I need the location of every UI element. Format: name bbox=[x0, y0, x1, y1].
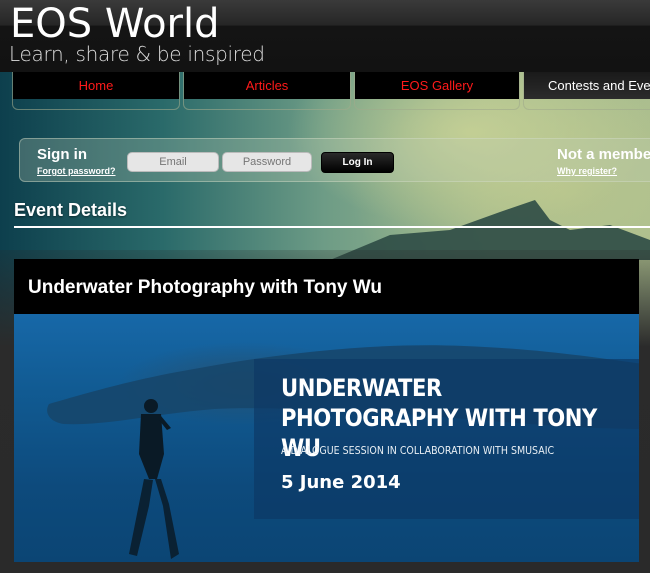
event-card: Underwater Photography with Tony Wu UNDE… bbox=[14, 259, 639, 564]
banner-date: 5 June 2014 bbox=[281, 472, 401, 493]
why-register-link[interactable]: Why register? bbox=[557, 166, 617, 176]
forgot-password-link[interactable]: Forgot password? bbox=[37, 166, 116, 176]
signin-title: Sign in bbox=[37, 146, 87, 163]
section-divider bbox=[14, 226, 650, 228]
nav-label: EOS Gallery bbox=[355, 72, 519, 99]
nav-item-articles[interactable]: Articles bbox=[183, 72, 351, 110]
site-header: EOS World Learn, share & be inspired bbox=[0, 0, 650, 72]
nav-item-home[interactable]: Home bbox=[12, 72, 180, 110]
diver-illustration bbox=[129, 399, 179, 559]
logo[interactable]: EOS World bbox=[10, 2, 220, 46]
nav-label: Articles bbox=[184, 72, 350, 99]
logo-tagline: Learn, share & be inspired bbox=[9, 42, 265, 66]
nav-item-contests-events[interactable]: Contests and Eve bbox=[523, 72, 650, 110]
nav-label: Home bbox=[13, 72, 179, 99]
banner-text-overlay: UNDERWATER PHOTOGRAPHY WITH TONY WU A DI… bbox=[254, 359, 639, 519]
password-field[interactable] bbox=[222, 152, 312, 172]
event-banner-image: UNDERWATER PHOTOGRAPHY WITH TONY WU A DI… bbox=[14, 314, 639, 562]
event-title: Underwater Photography with Tony Wu bbox=[28, 277, 382, 298]
not-member-heading: Not a member bbox=[557, 146, 650, 163]
banner-subtitle: A DIALOGUE SESSION IN COLLABORATION WITH… bbox=[281, 444, 555, 457]
login-button[interactable]: Log In bbox=[321, 152, 394, 173]
email-field[interactable] bbox=[127, 152, 219, 172]
nav-item-eos-gallery[interactable]: EOS Gallery bbox=[354, 72, 520, 110]
section-title: Event Details bbox=[14, 200, 128, 220]
main-nav: Home Articles EOS Gallery Contests and E… bbox=[0, 72, 650, 110]
event-title-bar: Underwater Photography with Tony Wu bbox=[14, 259, 639, 314]
nav-label: Contests and Eve bbox=[524, 72, 650, 99]
